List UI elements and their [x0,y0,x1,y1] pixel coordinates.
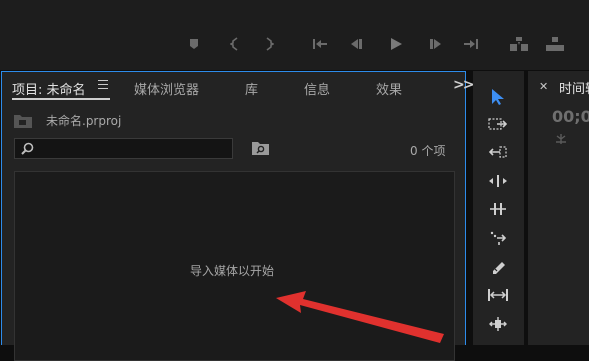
search-icon [21,142,34,155]
go-to-in-icon[interactable] [310,34,330,54]
slide-tool-icon[interactable] [486,283,510,307]
step-forward-icon[interactable] [425,34,445,54]
ripple-edit-tool-icon[interactable] [486,140,510,164]
overwrite-icon[interactable] [545,34,565,54]
find-bin-icon[interactable] [252,141,269,155]
panel-tabs: 项目: 未命名 媒体浏览器 库 信息 效果 >> [2,72,475,102]
media-drop-area[interactable]: 导入媒体以开始 [14,171,455,361]
active-tab-indicator [12,98,110,100]
tab-libraries[interactable]: 库 [245,79,258,98]
tab-timeline[interactable]: 时间轴 [559,78,589,97]
snap-icon[interactable] [554,133,568,145]
hand-tool-icon[interactable] [486,312,510,336]
tab-media-browser[interactable]: 媒体浏览器 [134,79,199,98]
search-field[interactable] [14,138,233,159]
add-marker-icon[interactable] [184,34,204,54]
transport-bar [0,0,589,70]
timecode-display[interactable]: 00;00 [552,107,589,126]
close-icon[interactable]: ✕ [539,80,548,93]
timeline-panel: ✕ 时间轴 00;00 [528,71,589,345]
razor-tool-icon[interactable] [486,226,510,250]
more-panels-icon[interactable]: >> [453,77,475,93]
panel-menu-icon[interactable] [98,80,108,92]
tab-project[interactable]: 项目: 未命名 [12,79,86,98]
tab-info[interactable]: 信息 [304,79,330,98]
track-select-forward-tool-icon[interactable] [486,112,510,136]
project-folder-icon [14,115,32,128]
insert-icon[interactable] [509,34,529,54]
tab-effects[interactable]: 效果 [376,79,402,98]
selection-tool-icon[interactable] [486,85,510,109]
import-media-hint: 导入媒体以开始 [190,264,275,278]
project-panel: 项目: 未命名 媒体浏览器 库 信息 效果 >> 未命名.prproj 0 个项… [1,71,475,361]
search-input[interactable] [37,139,227,158]
rolling-edit-tool-icon[interactable] [486,169,510,193]
mark-in-icon[interactable] [225,34,245,54]
step-back-icon[interactable] [347,34,367,54]
play-icon[interactable] [386,34,406,54]
mark-out-icon[interactable] [259,34,279,54]
tools-panel [473,71,524,345]
rate-stretch-tool-icon[interactable] [486,197,510,221]
go-to-out-icon[interactable] [461,34,481,54]
item-count: 0 个项 [410,144,446,158]
project-file-name: 未命名.prproj [46,114,122,128]
slip-tool-icon[interactable] [486,255,510,279]
